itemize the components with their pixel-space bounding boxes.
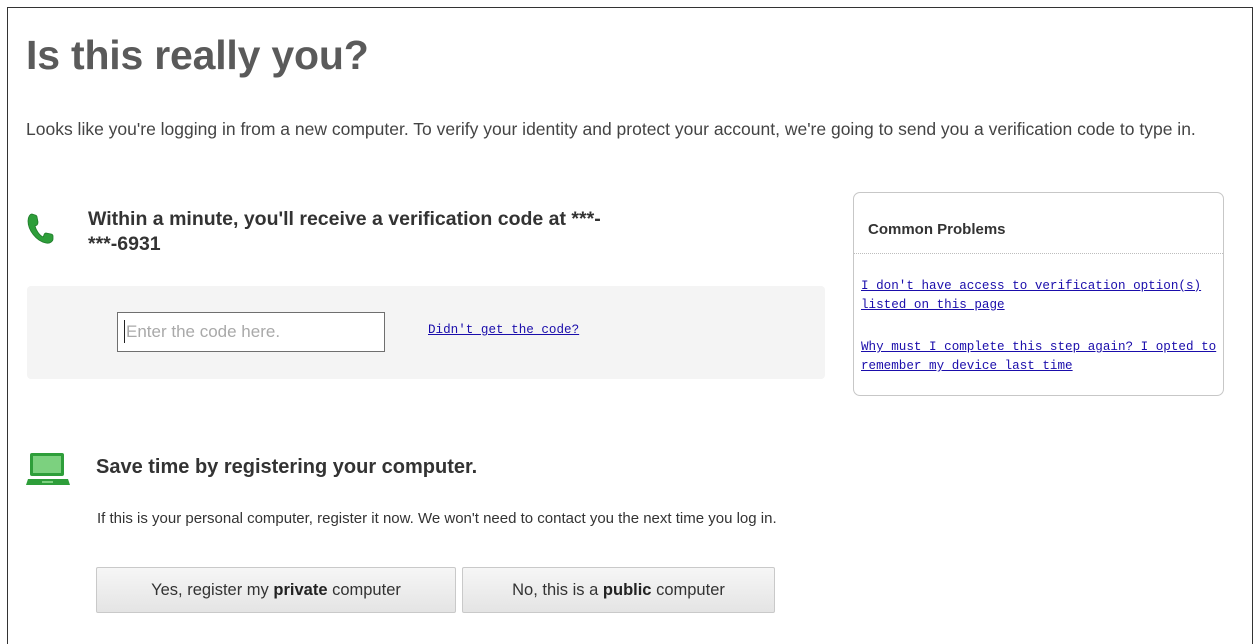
public-computer-button[interactable]: No, this is a public computer [462,567,775,613]
computer-icon [26,452,70,488]
intro-text: Looks like you're logging in from a new … [26,119,1196,139]
register-private-computer-button[interactable]: Yes, register my private computer [96,567,456,613]
phone-icon [27,212,55,244]
private-button-suffix: computer [327,580,401,599]
verification-code-input[interactable] [117,312,385,352]
public-button-prefix: No, this is a [512,580,603,599]
page-title: Is this really you? [26,32,369,78]
text-cursor [124,320,125,343]
why-again-link[interactable]: Why must I complete this step again? I o… [861,338,1219,376]
no-access-verification-link[interactable]: I don't have access to verification opti… [861,277,1216,315]
public-button-bold: public [602,580,652,599]
common-problems-title: Common Problems [868,221,1006,238]
private-button-prefix: Yes, register my [151,580,274,599]
public-button-suffix: computer [651,580,725,599]
common-problems-divider [854,253,1223,254]
verification-heading: Within a minute, you'll receive a verifi… [88,208,601,255]
register-heading: Save time by registering your computer. [96,456,478,478]
register-description: If this is your personal computer, regis… [97,510,777,527]
didnt-get-code-link[interactable]: Didn't get the code? [428,321,579,340]
private-button-bold: private [273,580,328,599]
